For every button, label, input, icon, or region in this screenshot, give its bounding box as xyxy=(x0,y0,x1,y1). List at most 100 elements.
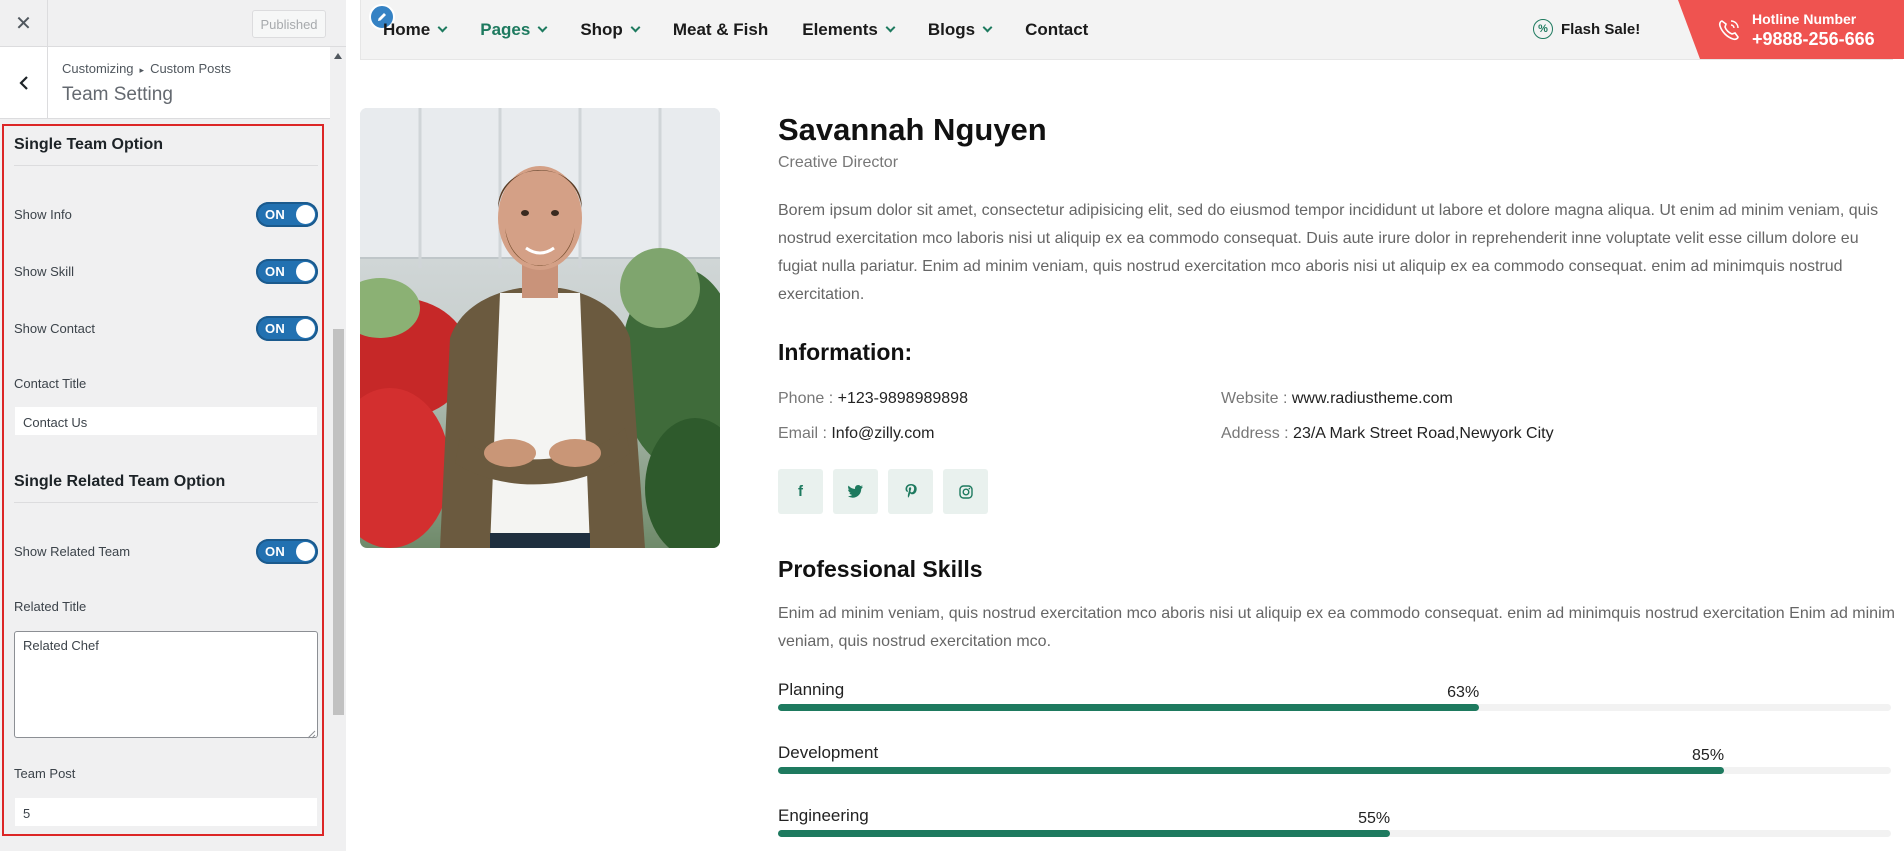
nav-item-label: Elements xyxy=(802,20,878,39)
chevron-down-icon xyxy=(885,22,896,33)
show-info-label: Show Info xyxy=(14,207,72,222)
skill-progress-fill xyxy=(778,767,1725,774)
skill-progress-fill xyxy=(778,704,1480,711)
facebook-icon[interactable]: f xyxy=(778,469,823,514)
skill-progress-track xyxy=(778,704,1891,711)
address-value: 23/A Mark Street Road,Newyork City xyxy=(1293,425,1554,442)
nav-item-elements[interactable]: Elements xyxy=(802,20,896,40)
nav-item-shop[interactable]: Shop xyxy=(580,20,641,40)
flash-sale-link[interactable]: % Flash Sale! xyxy=(1533,19,1640,39)
contact-title-input[interactable]: Contact Us xyxy=(14,406,318,436)
section-header: Customizing ▸ Custom Posts Team Setting xyxy=(0,47,330,119)
nav-item-pages[interactable]: Pages xyxy=(480,20,548,40)
email-label: Email : xyxy=(778,425,827,442)
show-related-toggle[interactable]: ON xyxy=(256,539,318,564)
member-role: Creative Director xyxy=(778,154,899,171)
skill-percent: 63% xyxy=(1447,684,1480,701)
scrollbar[interactable] xyxy=(331,47,346,851)
scrollbar-thumb[interactable] xyxy=(333,329,344,715)
hotline-label: Hotline Number xyxy=(1752,11,1857,27)
hotline-box[interactable]: Hotline Number +9888-256-666 xyxy=(1678,0,1904,59)
email-row: Email : Info@zilly.com xyxy=(778,425,934,443)
toggle-knob xyxy=(296,319,315,338)
close-icon[interactable]: ✕ xyxy=(0,0,48,47)
scroll-up-icon[interactable] xyxy=(334,53,342,59)
phone-label: Phone : xyxy=(778,390,834,407)
nav-item-label: Meat & Fish xyxy=(672,20,769,39)
breadcrumb-separator-icon: ▸ xyxy=(139,65,145,75)
single-team-heading: Single Team Option xyxy=(14,136,164,153)
related-team-heading: Single Related Team Option xyxy=(14,473,226,490)
website-row: Website : www.radiustheme.com xyxy=(1221,390,1453,408)
contact-title-label: Contact Title xyxy=(14,376,87,391)
toggle-knob xyxy=(296,205,315,224)
instagram-icon[interactable] xyxy=(943,469,988,514)
skill-progress-fill xyxy=(778,830,1391,837)
team-post-input[interactable]: 5 xyxy=(14,797,318,827)
skills-description: Enim ad minim veniam, quis nostrud exerc… xyxy=(778,605,1895,650)
skill-percent: 55% xyxy=(1358,810,1391,827)
information-heading: Information: xyxy=(778,339,913,365)
toggle-knob xyxy=(296,542,315,561)
related-title-label: Related Title xyxy=(14,599,87,614)
chevron-down-icon xyxy=(630,22,641,33)
hotline-number: +9888-256-666 xyxy=(1752,29,1875,49)
pinterest-icon[interactable] xyxy=(888,469,933,514)
skill-label: Engineering xyxy=(778,806,869,825)
show-info-toggle[interactable]: ON xyxy=(256,202,318,227)
show-contact-label: Show Contact xyxy=(14,321,95,336)
address-label: Address : xyxy=(1221,425,1289,442)
website-link[interactable]: www.radiustheme.com xyxy=(1292,390,1453,407)
chevron-down-icon xyxy=(537,22,548,33)
skill-progress-track xyxy=(778,830,1891,837)
customizer-topbar: ✕ Published xyxy=(0,0,346,47)
nav-item-home[interactable]: Home xyxy=(383,20,448,40)
address-row: Address : 23/A Mark Street Road,Newyork … xyxy=(1221,425,1554,443)
toggle-state: ON xyxy=(265,264,286,279)
skill-percent: 85% xyxy=(1692,747,1725,764)
published-button[interactable]: Published xyxy=(252,10,326,38)
social-links: f xyxy=(778,469,988,514)
twitter-icon[interactable] xyxy=(833,469,878,514)
site-preview: Home Pages Shop Meat & Fish Elements Blogs Con… xyxy=(347,0,1904,851)
discount-icon: % xyxy=(1533,19,1553,39)
phone-icon xyxy=(1718,20,1739,41)
nav-item-meat-fish[interactable]: Meat & Fish xyxy=(673,20,768,40)
phone-row: Phone : +123-9898989898 xyxy=(778,390,968,408)
team-member-photo xyxy=(360,108,720,548)
member-name: Savannah Nguyen xyxy=(778,112,1047,147)
breadcrumb-item: Custom Posts xyxy=(150,61,231,76)
customizer-sidebar: ✕ Published Customizing ▸ Custom Posts Tea… xyxy=(0,0,346,851)
divider xyxy=(14,165,318,166)
show-related-label: Show Related Team xyxy=(14,544,131,559)
chevron-down-icon xyxy=(437,22,448,33)
back-icon[interactable] xyxy=(0,47,48,119)
nav-item-label: Shop xyxy=(580,20,623,39)
nav-item-label: Home xyxy=(383,20,431,39)
related-title-textarea[interactable]: Related Chef xyxy=(14,631,318,738)
flash-sale-label: Flash Sale! xyxy=(1561,20,1641,38)
toggle-state: ON xyxy=(265,544,286,559)
section-title: Team Setting xyxy=(62,84,173,105)
show-contact-toggle[interactable]: ON xyxy=(256,316,318,341)
skill-label: Planning xyxy=(778,680,845,699)
nav-item-blogs[interactable]: Blogs xyxy=(928,20,993,40)
toggle-knob xyxy=(296,262,315,281)
nav-item-label: Contact xyxy=(1025,20,1089,39)
toggle-state: ON xyxy=(265,321,286,336)
nav-item-contact[interactable]: Contact xyxy=(1025,20,1088,40)
main-navigation: Home Pages Shop Meat & Fish Elements Blogs Con… xyxy=(360,0,1904,60)
show-skill-label: Show Skill xyxy=(14,264,74,279)
email-link[interactable]: Info@zilly.com xyxy=(831,425,934,442)
skill-progress-track xyxy=(778,767,1891,774)
chevron-down-icon xyxy=(982,22,993,33)
breadcrumb-item: Customizing xyxy=(62,61,134,76)
breadcrumb: Customizing ▸ Custom Posts xyxy=(62,61,231,76)
skill-label: Development xyxy=(778,743,879,762)
toggle-state: ON xyxy=(265,207,286,222)
resize-grip-icon[interactable] xyxy=(306,726,316,739)
nav-item-label: Pages xyxy=(480,20,531,39)
show-skill-toggle[interactable]: ON xyxy=(256,259,318,284)
team-settings-panel: Single Team Option Show Info ON Show Ski… xyxy=(2,124,324,836)
website-label: Website : xyxy=(1221,390,1288,407)
